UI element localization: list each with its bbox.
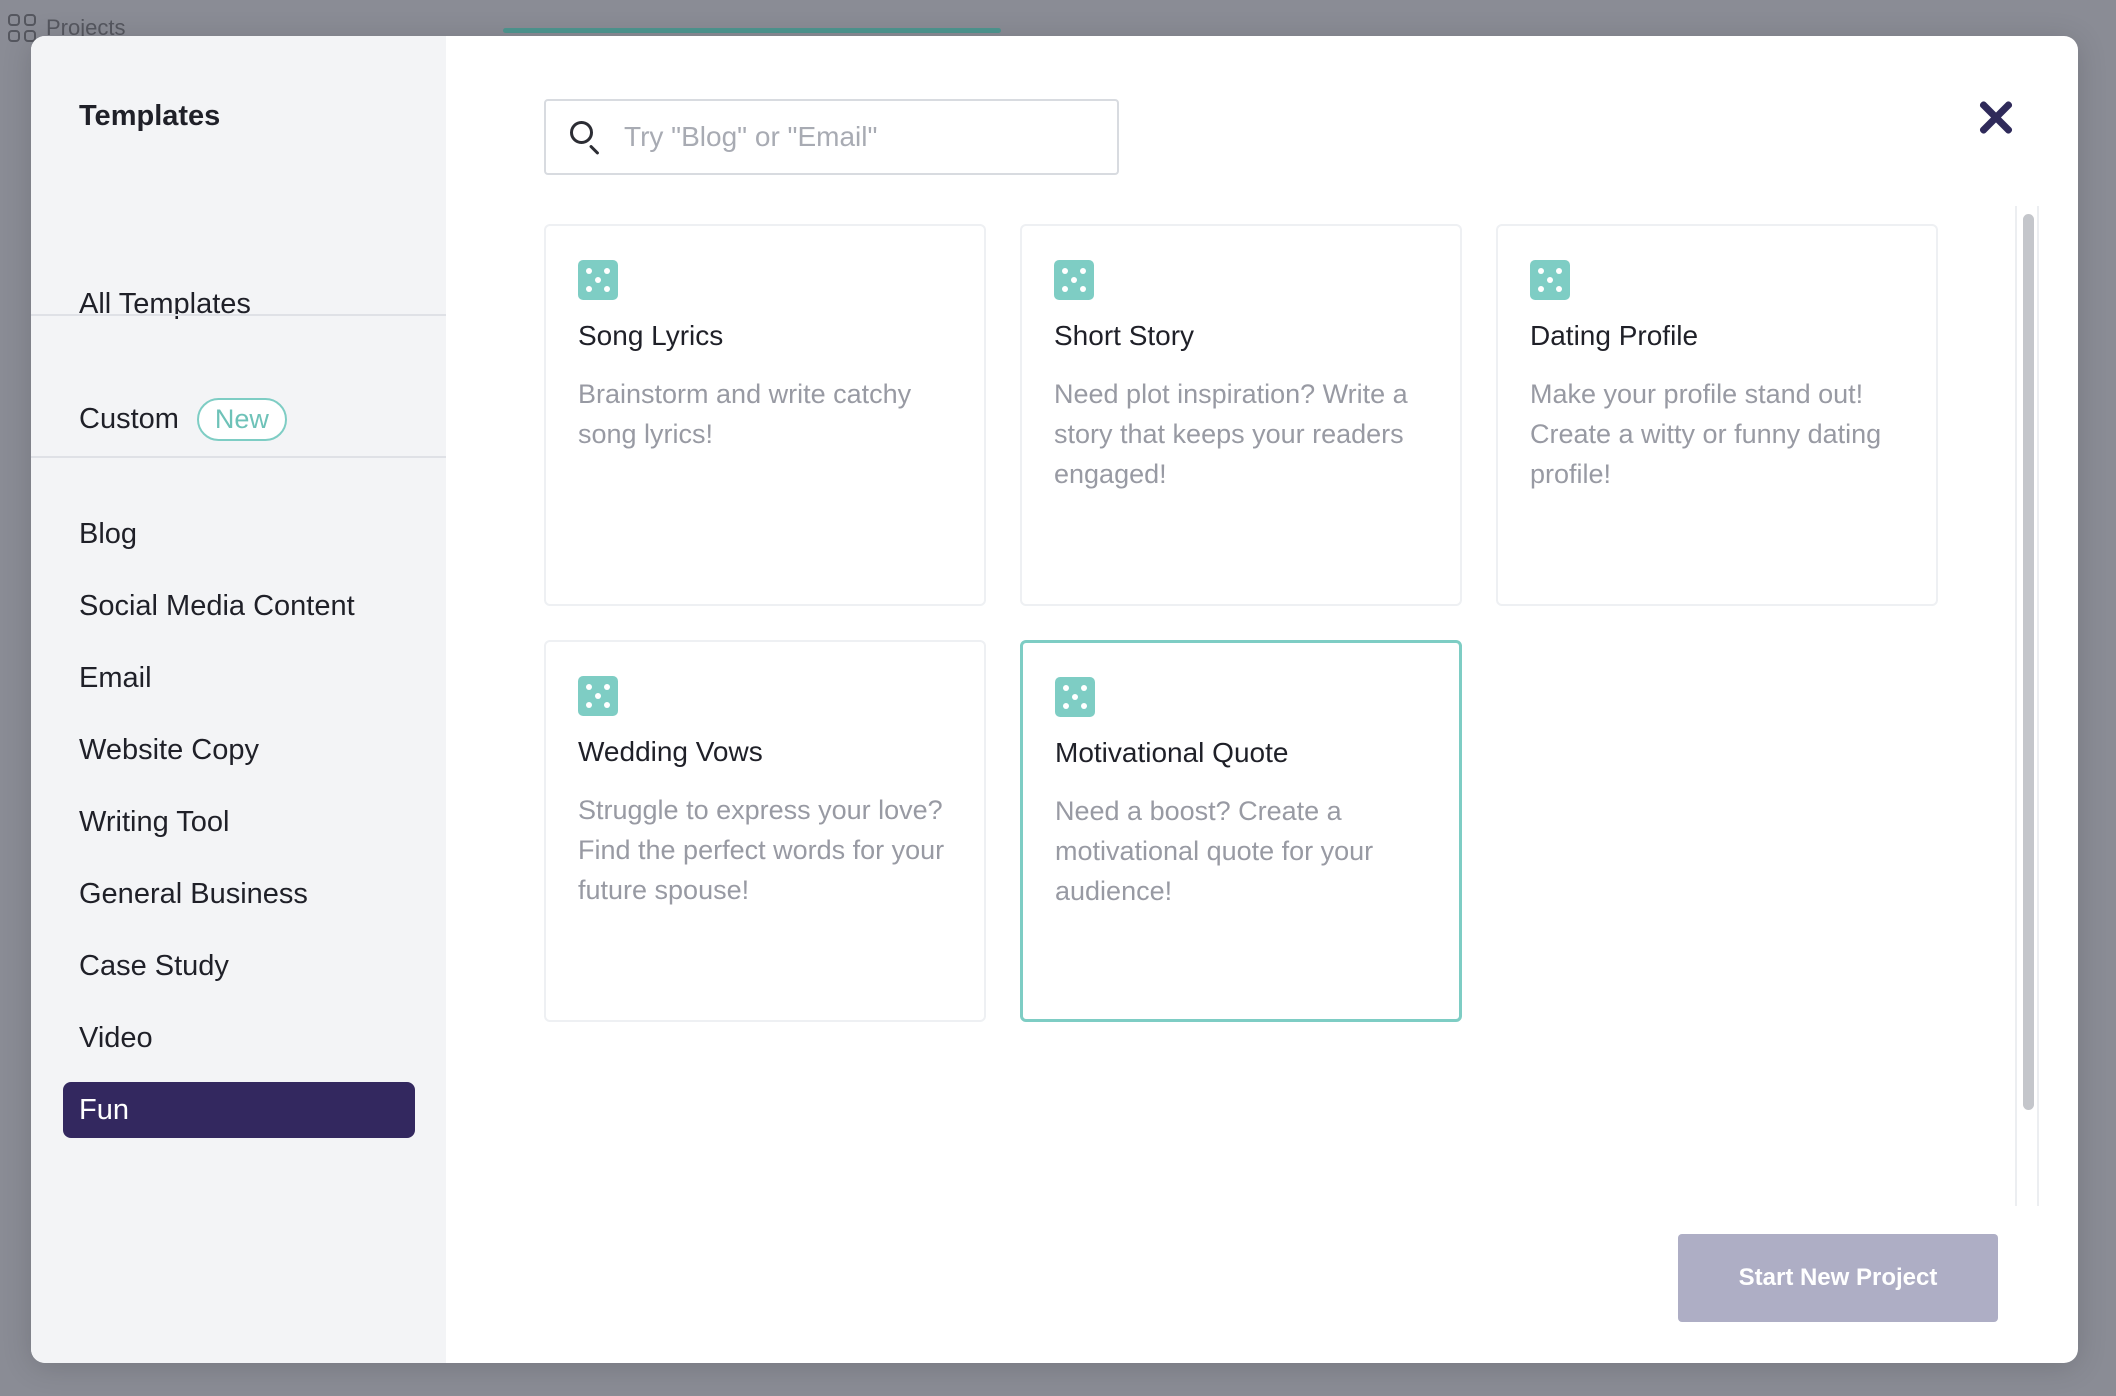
template-card-short-story[interactable]: Short Story Need plot inspiration? Write… xyxy=(1020,224,1462,606)
card-title: Motivational Quote xyxy=(1055,737,1289,768)
close-icon[interactable] xyxy=(1973,96,2017,140)
sidebar-divider xyxy=(31,314,446,316)
card-title: Song Lyrics xyxy=(578,320,724,351)
dice-icon xyxy=(578,676,618,716)
template-card-wedding-vows[interactable]: Wedding Vows Struggle to express your lo… xyxy=(544,640,986,1022)
templates-main: Song Lyrics Brainstorm and write catchy … xyxy=(446,36,2078,1363)
sidebar-item-writing-tool[interactable]: Writing Tool xyxy=(63,794,415,850)
templates-modal: Templates All Templates Custom New Blog … xyxy=(31,36,2078,1363)
dice-icon xyxy=(578,260,618,300)
template-card-motivational-quote[interactable]: Motivational Quote Need a boost? Create … xyxy=(1020,640,1462,1022)
sidebar-item-video[interactable]: Video xyxy=(63,1010,415,1066)
card-description: Struggle to express your love? Find the … xyxy=(578,795,945,905)
sidebar-divider xyxy=(31,456,446,458)
sidebar-item-social-media-content[interactable]: Social Media Content xyxy=(63,578,415,634)
sidebar-item-all-templates[interactable]: All Templates xyxy=(79,288,251,321)
sidebar-item-fun[interactable]: Fun xyxy=(63,1082,415,1138)
card-description: Need a boost? Create a motivational quot… xyxy=(1055,796,1374,906)
search-box[interactable] xyxy=(544,99,1119,175)
template-card-dating-profile[interactable]: Dating Profile Make your profile stand o… xyxy=(1496,224,1938,606)
category-list: Blog Social Media Content Email Website … xyxy=(63,506,415,1154)
sidebar-item-case-study[interactable]: Case Study xyxy=(63,938,415,994)
card-description: Make your profile stand out! Create a wi… xyxy=(1530,379,1882,489)
sidebar-item-blog[interactable]: Blog xyxy=(63,506,415,562)
search-icon xyxy=(568,119,604,156)
scrollbar[interactable] xyxy=(2015,206,2039,1206)
dice-icon xyxy=(1054,260,1094,300)
background-tab-indicator xyxy=(503,28,1001,33)
template-card-song-lyrics[interactable]: Song Lyrics Brainstorm and write catchy … xyxy=(544,224,986,606)
sidebar-item-custom[interactable]: Custom New xyxy=(79,398,287,441)
templates-sidebar: Templates All Templates Custom New Blog … xyxy=(31,36,446,1363)
sidebar-title: Templates xyxy=(79,100,221,132)
card-description: Brainstorm and write catchy song lyrics! xyxy=(578,379,912,449)
card-title: Wedding Vows xyxy=(578,736,763,767)
sidebar-item-general-business[interactable]: General Business xyxy=(63,866,415,922)
dice-icon xyxy=(1530,260,1570,300)
card-title: Short Story xyxy=(1054,320,1195,351)
card-title: Dating Profile xyxy=(1530,320,1699,351)
new-badge: New xyxy=(196,398,287,441)
start-new-project-button[interactable]: Start New Project xyxy=(1678,1234,1998,1322)
sidebar-item-custom-label: Custom xyxy=(79,403,179,435)
dice-icon xyxy=(1055,677,1095,717)
sidebar-item-website-copy[interactable]: Website Copy xyxy=(63,722,415,778)
sidebar-item-email[interactable]: Email xyxy=(63,650,415,706)
scrollbar-thumb[interactable] xyxy=(2023,214,2034,1110)
card-description: Need plot inspiration? Write a story tha… xyxy=(1054,379,1408,489)
background-topbar xyxy=(0,0,2116,34)
search-input[interactable] xyxy=(624,121,1094,153)
